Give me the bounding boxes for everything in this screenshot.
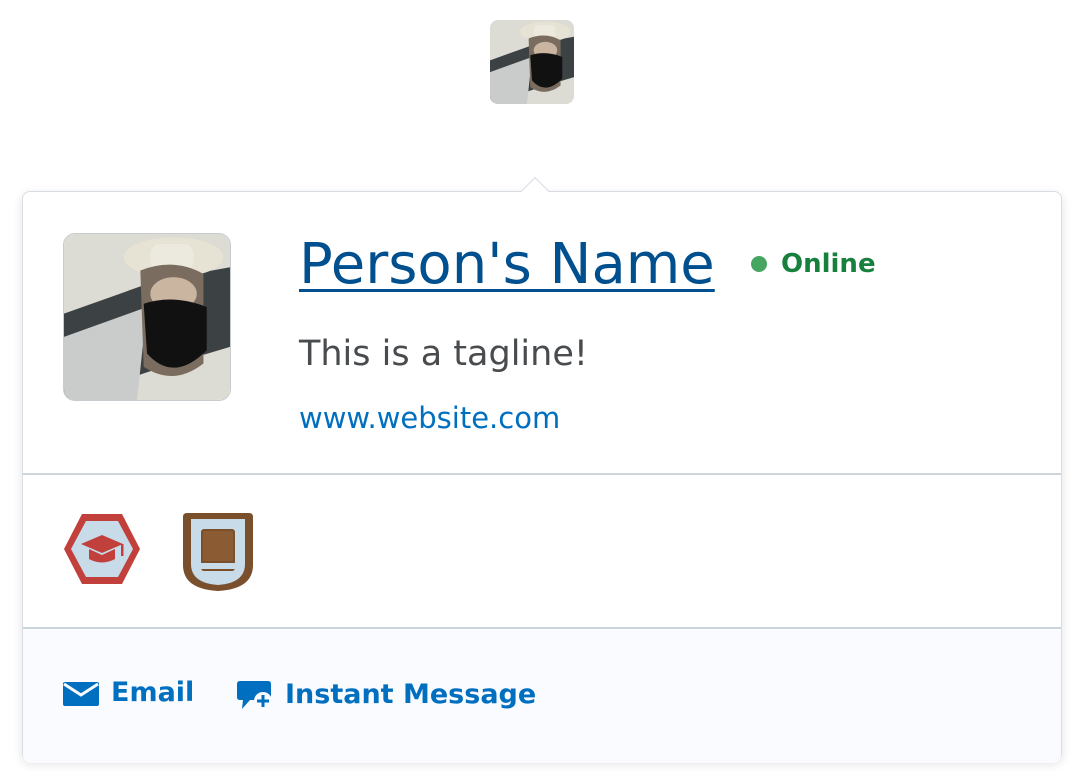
awards-row bbox=[23, 475, 1061, 627]
avatar-photo bbox=[490, 20, 574, 104]
award-book-badge[interactable] bbox=[181, 511, 255, 593]
contact-actions: Email Instant Message bbox=[23, 629, 1061, 763]
profile-card: Person's Name Online This is a tagline! … bbox=[22, 176, 1062, 763]
email-label: Email bbox=[111, 677, 195, 708]
email-button[interactable]: Email bbox=[63, 677, 194, 708]
avatar-photo bbox=[64, 234, 230, 400]
website-link[interactable]: www.website.com bbox=[299, 400, 560, 436]
profile-popup-stage: Person's Name Online This is a tagline! … bbox=[0, 0, 1084, 782]
instant-message-button[interactable]: Instant Message bbox=[237, 677, 536, 711]
chat-add-icon bbox=[237, 681, 272, 710]
online-status: Online bbox=[751, 249, 876, 279]
graduation-cap-icon bbox=[64, 514, 140, 584]
envelope-icon bbox=[63, 681, 99, 706]
status-dot-icon bbox=[751, 256, 767, 272]
profile-header: Person's Name Online This is a tagline! … bbox=[23, 192, 1061, 473]
award-graduation-badge[interactable] bbox=[61, 511, 143, 587]
book-icon bbox=[183, 513, 253, 591]
profile-tagline: This is a tagline! bbox=[299, 334, 588, 374]
instant-message-label: Instant Message bbox=[285, 678, 537, 710]
profile-avatar bbox=[63, 233, 231, 401]
profile-trigger-avatar[interactable] bbox=[490, 20, 574, 104]
status-label: Online bbox=[781, 249, 876, 279]
profile-name-link[interactable]: Person's Name bbox=[299, 230, 715, 300]
